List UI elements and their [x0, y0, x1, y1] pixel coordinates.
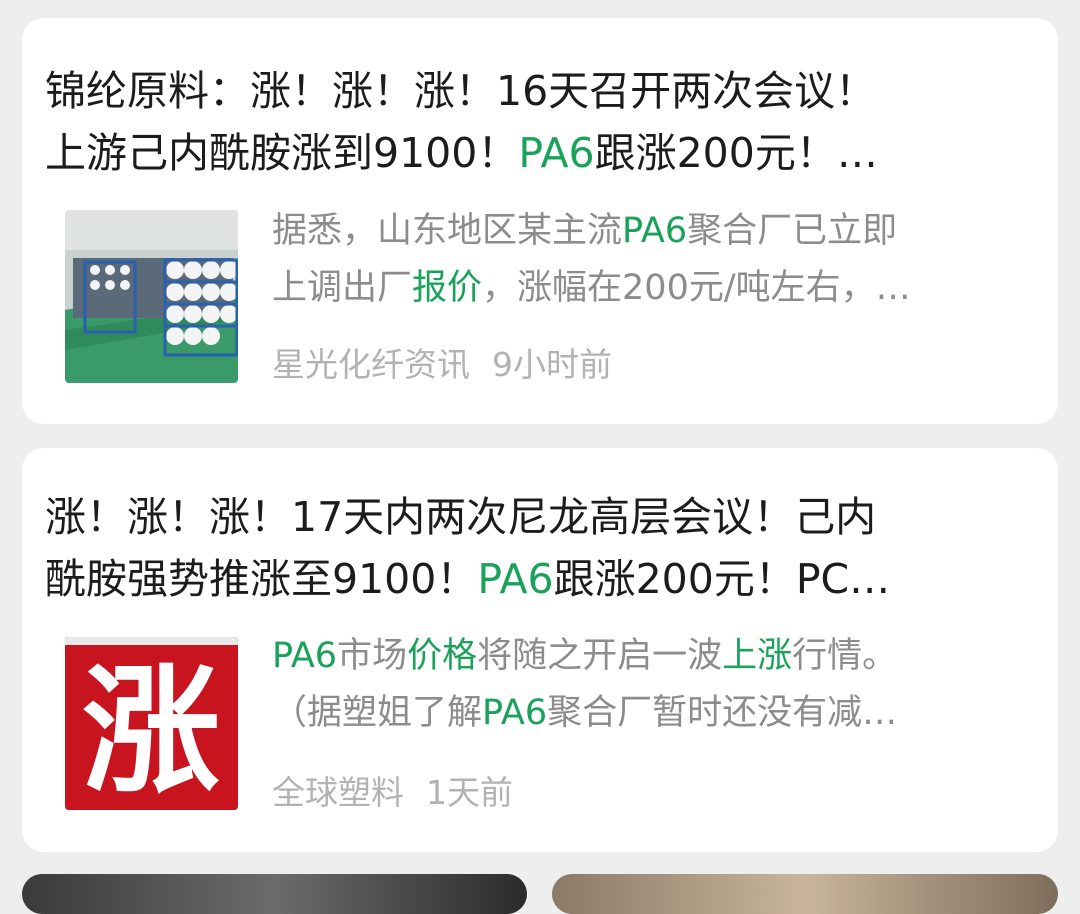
snippet-text: 将随之开启一波	[477, 636, 723, 676]
rise-character-image-icon: 涨	[65, 637, 238, 810]
rise-character: 涨	[82, 651, 220, 810]
article-title[interactable]: 锦纶原料：涨！涨！涨！16天召开两次会议！ 上游己内酰胺涨到9100！PA6跟涨…	[45, 60, 975, 184]
snippet-line-1: PA6市场价格将随之开启一波上涨行情。	[272, 628, 1012, 685]
title-line-2: 上游己内酰胺涨到9100！PA6跟涨200元！…	[45, 122, 975, 184]
snippet-text: 聚合厂暂时还没有减…	[547, 693, 898, 733]
keyword-highlight: PA6	[622, 211, 688, 251]
snippet-text: ，涨幅在200元/吨左右，…	[482, 268, 911, 308]
snippet-text: 行情。	[792, 636, 898, 676]
snippet-text: 聚合厂已立即	[687, 211, 898, 251]
keyword-highlight: 报价	[412, 268, 483, 308]
next-article-thumbnail-right[interactable]	[552, 874, 1058, 914]
rise-thumbnail[interactable]: 涨	[65, 637, 238, 810]
factory-thumbnail[interactable]	[65, 210, 238, 383]
source-name[interactable]: 星光化纤资讯	[272, 345, 470, 384]
keyword-highlight: PA6	[477, 555, 554, 603]
snippet-text: （据塑姐了解	[272, 693, 483, 733]
article-title[interactable]: 涨！涨！涨！17天内两次尼龙高层会议！己内 酰胺强势推涨至9100！PA6跟涨2…	[45, 486, 975, 610]
keyword-highlight: PA6	[272, 636, 338, 676]
keyword-highlight: 价格	[407, 636, 478, 676]
keyword-highlight: 上涨	[722, 636, 793, 676]
factory-photo-icon	[65, 210, 238, 383]
publish-time: 9小时前	[492, 345, 612, 384]
snippet-line-2: （据塑姐了解PA6聚合厂暂时还没有减…	[272, 685, 1012, 742]
snippet-line-1: 据悉，山东地区某主流PA6聚合厂已立即	[272, 203, 1012, 260]
title-text: 跟涨200元！PC…	[553, 555, 891, 603]
snippet-text: 上调出厂	[272, 268, 413, 308]
next-article-thumbnail-left[interactable]	[22, 874, 527, 914]
title-text: 跟涨200元！…	[594, 129, 878, 177]
article-snippet[interactable]: PA6市场价格将随之开启一波上涨行情。 （据塑姐了解PA6聚合厂暂时还没有减…	[272, 628, 1012, 742]
keyword-highlight: PA6	[482, 693, 548, 733]
snippet-line-2: 上调出厂报价，涨幅在200元/吨左右，…	[272, 260, 1012, 317]
snippet-text: 市场	[337, 636, 408, 676]
article-snippet[interactable]: 据悉，山东地区某主流PA6聚合厂已立即 上调出厂报价，涨幅在200元/吨左右，…	[272, 203, 1012, 317]
source-name[interactable]: 全球塑料	[272, 773, 404, 812]
publish-time: 1天前	[426, 773, 513, 812]
title-line-2: 酰胺强势推涨至9100！PA6跟涨200元！PC…	[45, 548, 975, 610]
title-text: 酰胺强势推涨至9100！	[45, 555, 478, 603]
title-text: 上游己内酰胺涨到9100！	[45, 129, 519, 177]
title-line-1: 锦纶原料：涨！涨！涨！16天召开两次会议！	[45, 67, 877, 115]
keyword-highlight: PA6	[518, 129, 595, 177]
snippet-text: 据悉，山东地区某主流	[272, 211, 623, 251]
title-line-1: 涨！涨！涨！17天内两次尼龙高层会议！己内	[45, 493, 877, 541]
article-meta: 星光化纤资讯 9小时前	[272, 338, 612, 386]
article-meta: 全球塑料 1天前	[272, 766, 513, 814]
